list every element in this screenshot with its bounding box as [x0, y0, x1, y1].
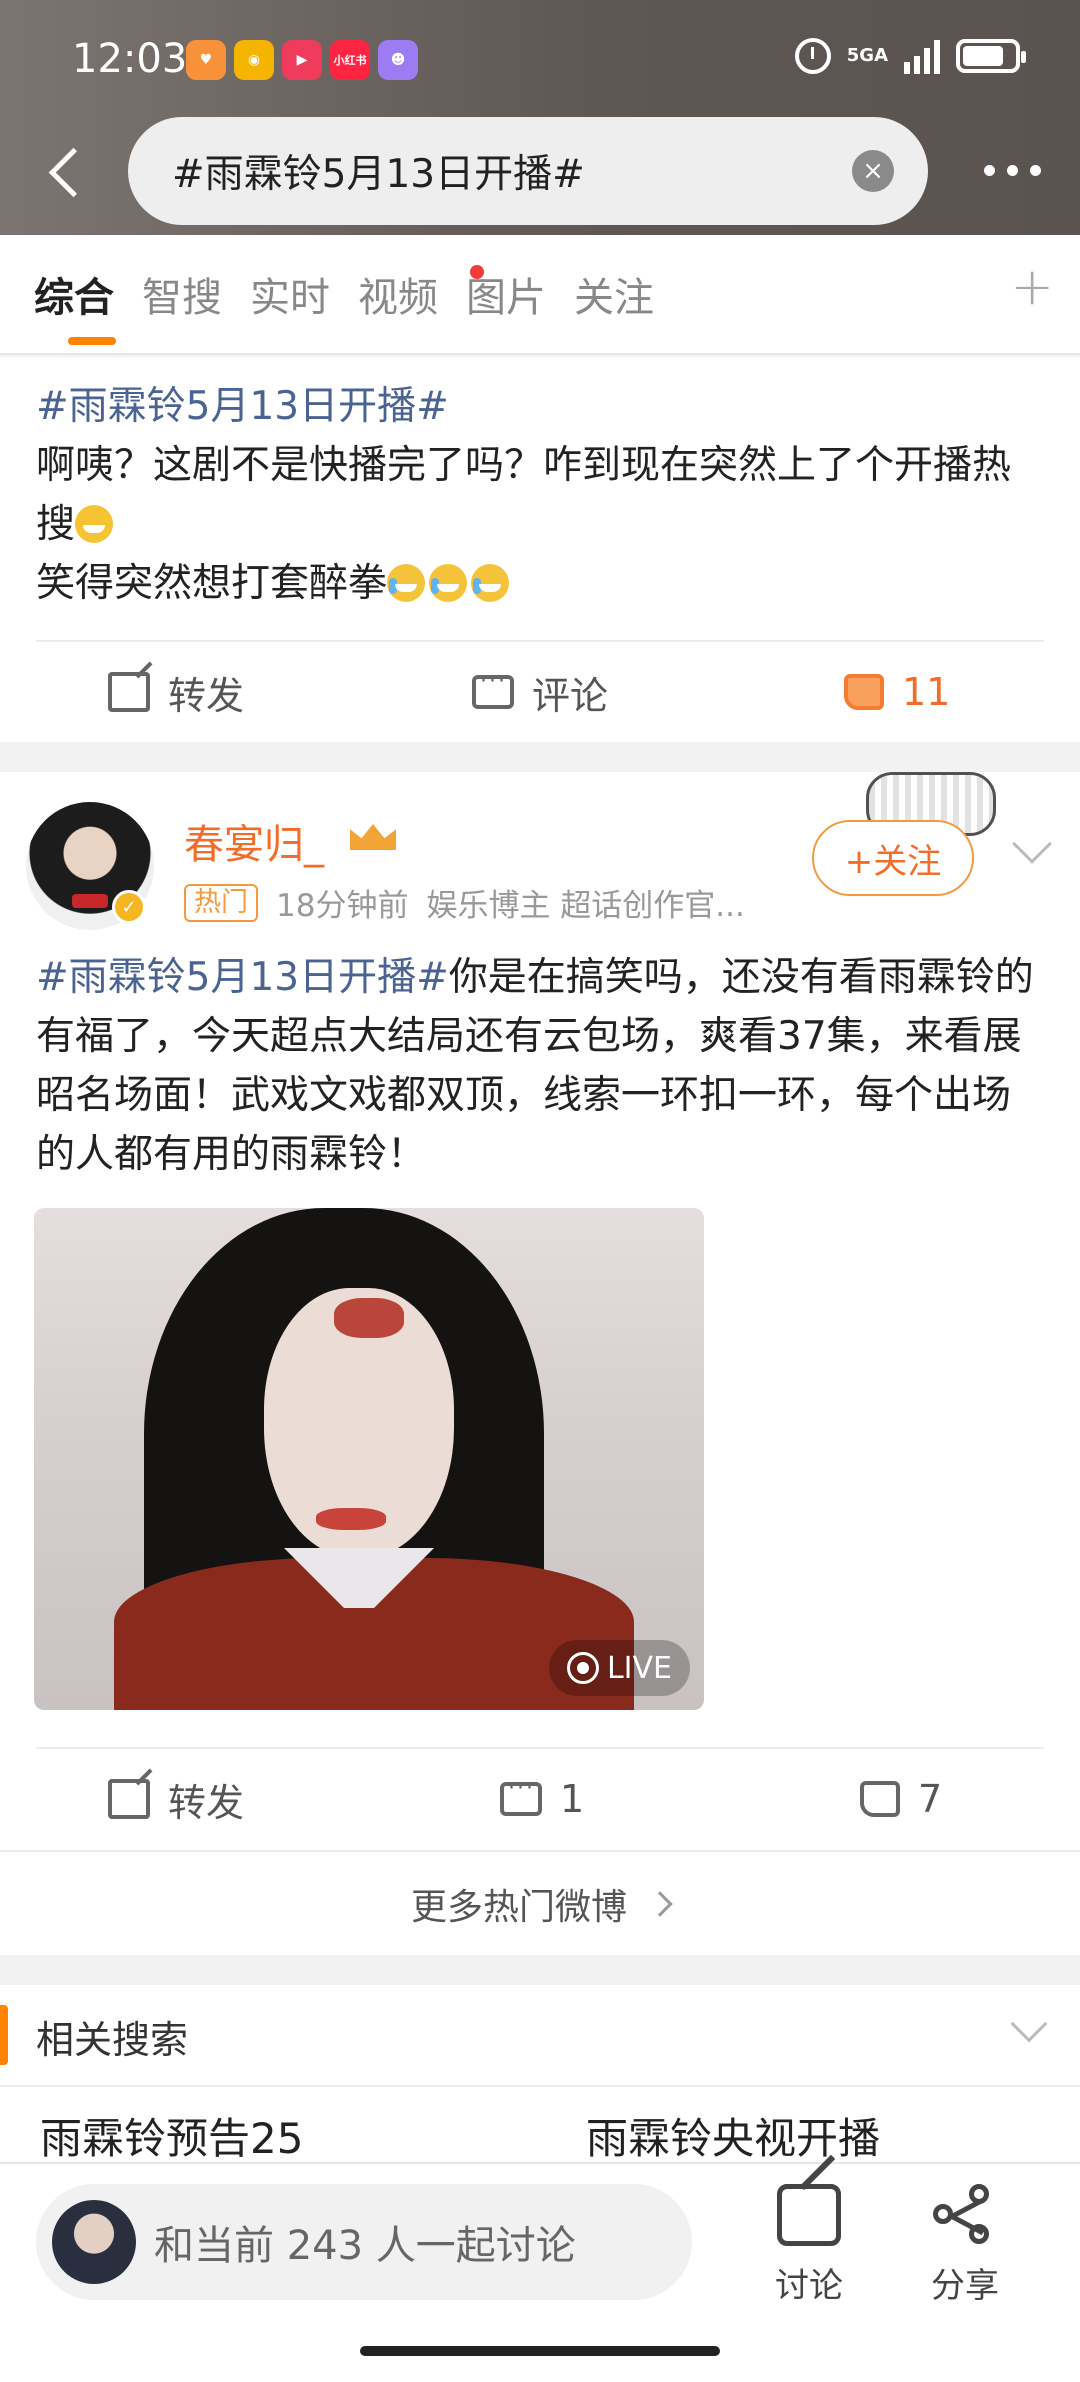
add-tab-icon[interactable]: +: [1010, 257, 1054, 317]
live-icon: [566, 1652, 599, 1684]
chevron-down-icon[interactable]: [1010, 2005, 1048, 2043]
tab-comprehensive[interactable]: 综合: [34, 265, 114, 323]
more-hot-posts-link[interactable]: 更多热门微博: [0, 1850, 1080, 1955]
like-count: 11: [902, 670, 951, 714]
repost-button[interactable]: 转发: [108, 1749, 244, 1849]
like-count: 7: [918, 1777, 943, 1821]
top-header: 12:03 ♥ ◉ ▶ 小红书 ☻ 5GA #雨霖铃5月13日开播# ×: [0, 0, 1080, 235]
topic-link[interactable]: #雨霖铃5月13日开播#: [36, 384, 449, 429]
like-button[interactable]: 11: [844, 642, 950, 742]
tab-realtime[interactable]: 实时: [250, 265, 330, 323]
live-photo-badge: LIVE: [548, 1640, 690, 1696]
dot-icon: [983, 164, 995, 176]
discuss-label: 讨论: [775, 2266, 843, 2306]
comment-icon: [472, 669, 514, 709]
video-app-icon: ▶: [282, 40, 322, 80]
repost-button[interactable]: 转发: [108, 642, 244, 742]
back-button[interactable]: [30, 125, 100, 215]
status-time: 12:03: [72, 36, 188, 82]
post-time: 18分钟前: [276, 888, 409, 924]
crown-icon: [348, 816, 400, 856]
repost-icon: [108, 1779, 150, 1819]
comment-button[interactable]: 1: [500, 1749, 584, 1849]
post-text-line: 笑得突然想打套醉拳: [36, 561, 388, 606]
follow-button[interactable]: +关注: [812, 820, 974, 896]
dot-icon: [1029, 164, 1041, 176]
live-label: LIVE: [606, 1650, 672, 1686]
result-tabs: 综合 智搜 实时 视频 图片 关注 +: [0, 235, 1080, 355]
share-button[interactable]: 分享: [910, 2184, 1020, 2307]
image-detail: [334, 1298, 404, 1338]
status-bar: 12:03 ♥ ◉ ▶ 小红书 ☻ 5GA: [0, 0, 1080, 120]
thumbs-up-icon: [844, 674, 884, 710]
dot-icon: [1006, 164, 1018, 176]
chevron-down-icon[interactable]: [1012, 824, 1052, 864]
discuss-input[interactable]: 和当前 243 人一起讨论: [36, 2184, 692, 2300]
post-actions: 转发 评论 11: [36, 640, 1044, 740]
share-icon: [933, 2184, 997, 2246]
verified-badge-icon: ✓: [112, 890, 146, 924]
chat-app-icon: ☻: [378, 40, 418, 80]
post-image[interactable]: LIVE: [34, 1208, 704, 1710]
tab-video[interactable]: 视频: [358, 265, 438, 323]
share-label: 分享: [931, 2266, 999, 2306]
related-search-item[interactable]: 雨霖铃央视开播: [586, 2105, 880, 2166]
network-type: 5GA: [846, 45, 888, 66]
username[interactable]: 春宴归_: [184, 812, 324, 870]
more-hot-label: 更多热门微博: [410, 1886, 627, 1928]
divider: [0, 2085, 1080, 2087]
comment-label: 评论: [532, 673, 609, 718]
status-indicators: 5GA: [794, 38, 1026, 74]
weibo-app-icon: ◉: [234, 40, 274, 80]
hot-badge: 热门: [184, 883, 258, 922]
comment-count: 1: [560, 1777, 585, 1821]
tab-smart-search[interactable]: 智搜: [142, 265, 222, 323]
battery-level: [963, 46, 1003, 66]
image-detail: [316, 1508, 386, 1530]
avatar: [52, 2200, 136, 2284]
repost-label: 转发: [168, 673, 245, 718]
post-card[interactable]: ✓ 春宴归_ 热门 18分钟前 娱乐博主 超话创作官... +关注 #雨霖铃5月…: [0, 772, 1080, 1955]
discuss-button[interactable]: 讨论: [754, 2184, 864, 2307]
alarm-icon: [794, 38, 831, 74]
related-title: 相关搜索: [36, 2018, 189, 2062]
thumbs-up-icon: [860, 1781, 900, 1817]
post-card[interactable]: #雨霖铃5月13日开播# 啊咦？这剧不是快播完了吗？咋到现在突然上了个开播热搜 …: [0, 357, 1080, 742]
heart-app-icon: ♥: [186, 40, 226, 80]
notification-app-icons: ♥ ◉ ▶ 小红书 ☻: [186, 40, 418, 80]
repost-icon: [108, 672, 150, 712]
repost-label: 转发: [168, 1780, 245, 1825]
search-query: #雨霖铃5月13日开播#: [172, 152, 585, 197]
post-body: #雨霖铃5月13日开播# 啊咦？这剧不是快播完了吗？咋到现在突然上了个开播热搜 …: [36, 377, 1046, 613]
xiaohongshu-app-icon: 小红书: [330, 40, 370, 80]
related-search-item[interactable]: 雨霖铃预告25: [40, 2105, 303, 2166]
search-input[interactable]: #雨霖铃5月13日开播# ×: [128, 117, 928, 225]
laugh-cry-emoji-icon: [429, 564, 468, 602]
laugh-cry-emoji-icon: [471, 564, 510, 602]
discuss-placeholder: 和当前 243 人一起讨论: [154, 2223, 576, 2269]
post-body: #雨霖铃5月13日开播#你是在搞笑吗，还没有看雨霖铃的有福了，今天超点大结局还有…: [36, 948, 1046, 1184]
topic-link[interactable]: #雨霖铃5月13日开播#: [36, 955, 449, 1000]
post-text-line: 啊咦？这剧不是快播完了吗？咋到现在突然上了个开播热搜: [36, 443, 1012, 547]
battery-icon: [956, 39, 1026, 73]
clear-icon[interactable]: ×: [852, 150, 894, 192]
post-actions: 转发 1 7: [36, 1747, 1044, 1847]
like-button[interactable]: 7: [860, 1749, 942, 1849]
post-meta: 热门 18分钟前 娱乐博主 超话创作官...: [184, 880, 745, 925]
more-options-button[interactable]: [974, 140, 1050, 200]
edit-icon: [777, 2184, 841, 2246]
chevron-right-icon: [647, 1890, 673, 1917]
home-indicator[interactable]: [360, 2346, 720, 2356]
user-role: 娱乐博主 超话创作官...: [426, 888, 745, 924]
tab-images[interactable]: 图片: [466, 265, 546, 323]
grin-emoji-icon: [75, 505, 114, 543]
laugh-cry-emoji-icon: [387, 564, 426, 602]
active-tab-indicator: [68, 337, 116, 345]
tab-following[interactable]: 关注: [574, 265, 654, 323]
section-accent-bar: [0, 2005, 8, 2065]
related-searches: 相关搜索 雨霖铃预告25 雨霖铃央视开播: [0, 1985, 1080, 2165]
comment-button[interactable]: 评论: [472, 642, 608, 742]
signal-icon: [904, 38, 940, 74]
comment-icon: [500, 1776, 542, 1816]
